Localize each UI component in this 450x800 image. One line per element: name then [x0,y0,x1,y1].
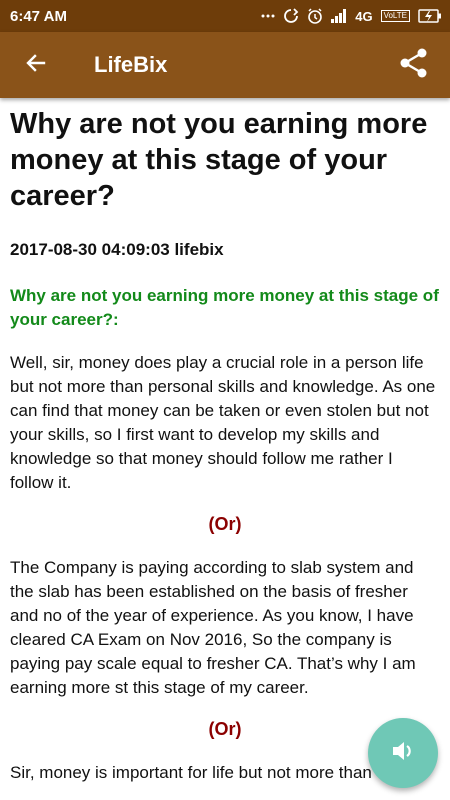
more-dots-icon [261,14,275,18]
alarm-icon [307,8,323,24]
share-icon [398,47,430,84]
article-meta: 2017-08-30 04:09:03 lifebix [10,240,224,259]
back-button[interactable] [18,47,54,83]
speaker-icon [389,737,417,770]
arrow-back-icon [24,51,48,80]
status-time: 6:47 AM [10,7,67,25]
text-to-speech-button[interactable] [368,718,438,788]
app-title: LifeBix [94,52,168,77]
status-bar: 6:47 AM 4G VoLTE [0,0,450,32]
app-bar: LifeBix [0,32,450,98]
network-type: 4G [355,8,373,24]
or-separator: (Or) [208,514,242,534]
status-icons: 4G VoLTE [261,8,442,24]
share-button[interactable] [396,47,432,83]
battery-icon [418,9,442,23]
article-subheading: Why are not you earning more money at th… [10,286,439,329]
signal-icon [331,9,347,23]
volte-icon: VoLTE [380,10,410,22]
sync-icon [283,8,299,24]
article-content: Why are not you earning more money at th… [0,98,450,800]
article-paragraph: The Company is paying according to slab … [10,558,416,697]
article-title: Why are not you earning more money at th… [10,108,428,212]
article-paragraph: Well, sir, money does play a crucial rol… [10,353,436,492]
